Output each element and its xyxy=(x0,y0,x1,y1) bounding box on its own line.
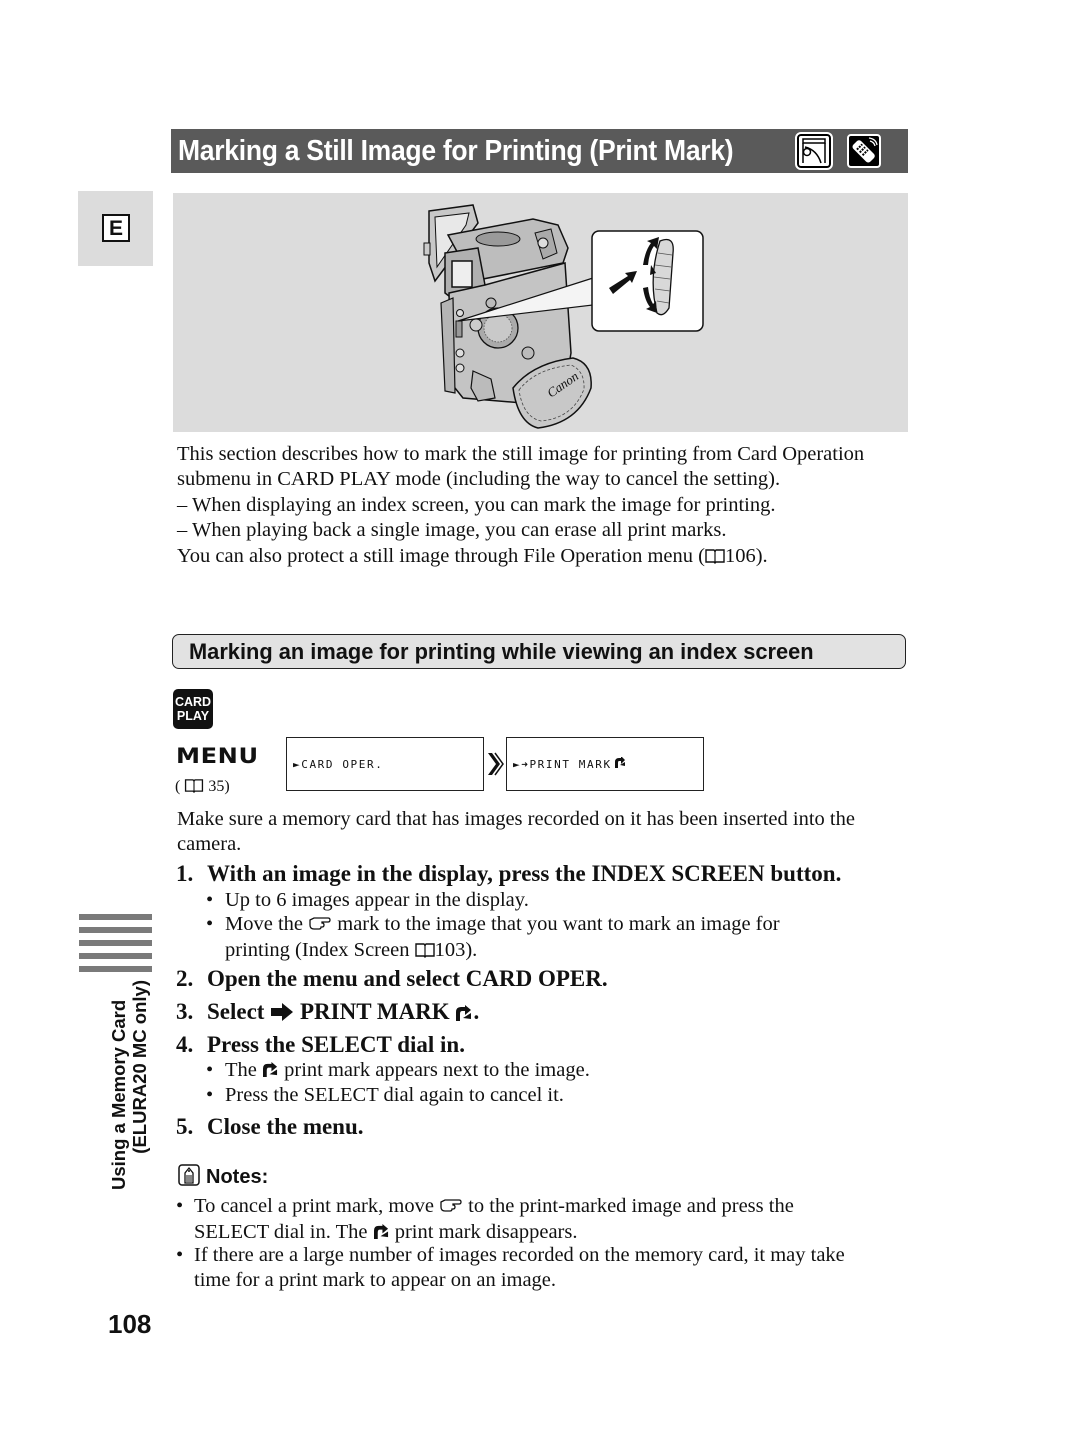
index-bar xyxy=(79,966,152,972)
note-text: If there are a large number of images re… xyxy=(194,1244,845,1266)
step-4-bullet: • Press the SELECT dial again to cancel i… xyxy=(206,1084,564,1106)
ref-page: 35) xyxy=(208,778,230,795)
bullet-text: Press the SELECT dial again to cancel it… xyxy=(225,1084,564,1106)
memo-pencil-icon xyxy=(178,1164,200,1191)
index-bar xyxy=(79,940,152,946)
prerequisite-text: Make sure a memory card that has images … xyxy=(177,808,855,856)
chapter-label-line: Using a Memory Card xyxy=(108,999,129,1190)
step-4: 4. Press the SELECT dial in. xyxy=(176,1032,465,1058)
step-3: 3. Select PRINT MARK . xyxy=(176,999,479,1027)
step-1: 1. With an image in the display, press th… xyxy=(176,861,841,887)
chapter-label-line: (ELURA20 MC only) xyxy=(129,980,150,1154)
badge-line: PLAY xyxy=(176,709,210,723)
step-text: Press the SELECT dial in. xyxy=(207,1032,465,1057)
notes-header: Notes: xyxy=(178,1164,268,1191)
intro-dash-item: – When playing back a single image, you … xyxy=(177,519,727,542)
menu-item-label: ►CARD OPER. xyxy=(293,757,384,771)
language-tab: E xyxy=(78,191,153,266)
step-number: 4. xyxy=(176,1032,194,1057)
intro-protect-note: You can also protect a still image throu… xyxy=(177,544,897,571)
menu-page-reference[interactable]: ( 35) xyxy=(175,778,230,798)
note-text: To cancel a print mark, move xyxy=(194,1195,434,1217)
step-text: PRINT MARK xyxy=(299,999,450,1024)
bullet-text: Move the xyxy=(225,913,303,935)
note-item: • If there are a large number of images r… xyxy=(176,1243,906,1293)
print-mark-icon xyxy=(614,756,626,771)
step-text: Close the menu. xyxy=(207,1114,364,1139)
section-header: Marking an image for printing while view… xyxy=(172,634,906,669)
step-text: Open the menu and select CARD OPER. xyxy=(207,966,608,991)
index-bar xyxy=(79,914,152,920)
note-text: SELECT dial in. The xyxy=(194,1220,368,1243)
step-1-bullet: • Up to 6 images appear in the display. xyxy=(206,889,529,911)
step-text: . xyxy=(473,999,480,1024)
print-mark-icon xyxy=(262,1059,279,1084)
book-icon xyxy=(184,778,204,798)
page-number: 108 xyxy=(108,1309,152,1339)
bullet-text: mark to the image that you want to mark … xyxy=(337,913,780,935)
intro-paragraph: This section describes how to mark the s… xyxy=(177,443,865,491)
menu-item-card-oper: ►CARD OPER. xyxy=(286,737,484,791)
menu-item-label: ►➜PRINT MARK xyxy=(513,757,612,771)
double-chevron-icon xyxy=(488,752,504,776)
print-mark-icon xyxy=(455,1001,473,1027)
notes-title: Notes: xyxy=(206,1166,269,1188)
page-title: Marking a Still Image for Printing (Prin… xyxy=(178,134,734,167)
section-title: Marking an image for printing while view… xyxy=(189,638,814,664)
remote-control-icon xyxy=(847,134,881,168)
note-item: • To cancel a print mark, move to the pri… xyxy=(176,1194,906,1246)
page-reference-link[interactable]: 103). xyxy=(435,939,478,961)
book-icon xyxy=(705,546,725,571)
protect-text: You can also protect a still image throu… xyxy=(177,544,705,567)
print-mark-icon xyxy=(373,1221,390,1246)
camcorder-illustration: Canon xyxy=(173,193,908,432)
step-number: 1. xyxy=(176,861,194,886)
page-reference-link[interactable]: 106). xyxy=(725,545,768,567)
intro-section: This section describes how to mark the s… xyxy=(177,442,897,571)
arrow-right-icon xyxy=(270,1001,294,1027)
note-text: to the print-marked image and press the xyxy=(468,1195,794,1217)
step-text: Select xyxy=(207,999,265,1024)
bullet-text: printing (Index Screen xyxy=(225,938,410,961)
step-1-bullet: • Move the mark to the image that you wan… xyxy=(206,912,780,965)
pointing-hand-icon xyxy=(439,1195,463,1220)
pointing-hand-icon xyxy=(308,913,332,938)
step-text: With an image in the display, press the … xyxy=(207,861,842,886)
bullet-text: The xyxy=(225,1059,257,1081)
note-text: time for a print mark to appear on an im… xyxy=(194,1269,557,1291)
chapter-label: Using a Memory Card (ELURA20 MC only) xyxy=(108,980,150,1190)
index-bar xyxy=(79,953,152,959)
menu-item-print-mark: ►➜PRINT MARK xyxy=(506,737,704,791)
language-label: E xyxy=(102,214,130,242)
step-number: 2. xyxy=(176,966,194,991)
badge-line: CARD xyxy=(174,695,212,709)
step-number: 5. xyxy=(176,1114,194,1139)
step-5: 5. Close the menu. xyxy=(176,1114,364,1140)
page-title-bar: Marking a Still Image for Printing (Prin… xyxy=(171,129,908,173)
section-index-bars xyxy=(79,914,152,979)
card-play-mode-badge: CARD PLAY xyxy=(173,689,213,729)
book-icon xyxy=(414,940,435,965)
step-number: 3. xyxy=(176,999,194,1024)
menu-label: MENU xyxy=(176,744,259,768)
step-2: 2. Open the menu and select CARD OPER. xyxy=(176,966,608,992)
intro-dash-item: – When displaying an index screen, you c… xyxy=(177,493,776,516)
card-mode-icon xyxy=(795,132,833,170)
ref-paren: ( xyxy=(175,778,181,795)
step-4-bullet: • The print mark appears next to the imag… xyxy=(206,1058,590,1084)
index-bar xyxy=(79,927,152,933)
camcorder-drawing: Canon xyxy=(423,204,704,429)
note-text: print mark disappears. xyxy=(394,1220,578,1243)
bullet-text: print mark appears next to the image. xyxy=(284,1059,590,1081)
bullet-text: Up to 6 images appear in the display. xyxy=(225,889,529,911)
